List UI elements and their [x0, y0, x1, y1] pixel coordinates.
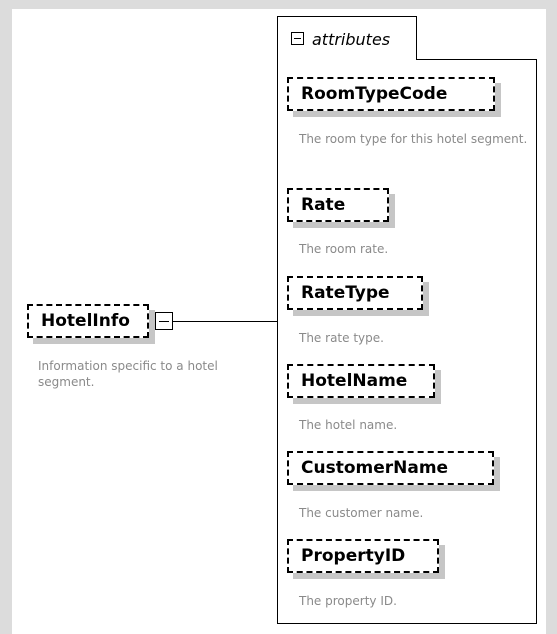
attribute-box-roomtypecode[interactable]: RoomTypeCode — [287, 77, 495, 111]
attributes-title: attributes — [312, 30, 391, 49]
attribute-box-propertyid[interactable]: PropertyID — [287, 539, 439, 573]
attribute-box-ratetype[interactable]: RateType — [287, 276, 423, 310]
attribute-box-hotelname[interactable]: HotelName — [287, 364, 435, 398]
attribute-name: Rate — [301, 195, 346, 215]
attribute-description: The rate type. — [299, 331, 384, 345]
attribute-description: The room rate. — [299, 242, 389, 256]
attribute-description: The room type for this hotel segment. — [299, 132, 528, 146]
attributes-tab[interactable]: attributes — [277, 16, 417, 60]
group-collapse-icon[interactable] — [291, 32, 304, 45]
attribute-box-customername[interactable]: CustomerName — [287, 451, 494, 485]
root-element-box[interactable]: HotelInfo — [27, 304, 149, 338]
attribute-name: RateType — [301, 283, 390, 303]
collapse-icon[interactable] — [155, 312, 173, 330]
root-element-name: HotelInfo — [41, 311, 130, 331]
attribute-name: CustomerName — [301, 458, 449, 478]
attribute-box-rate[interactable]: Rate — [287, 188, 389, 222]
root-element-description: Information specific to a hotel segment. — [38, 359, 218, 389]
attribute-description: The customer name. — [299, 506, 424, 520]
connector-line — [173, 321, 278, 322]
attribute-name: RoomTypeCode — [301, 84, 448, 104]
attribute-name: PropertyID — [301, 546, 406, 566]
attribute-description: The property ID. — [299, 594, 397, 608]
attribute-name: HotelName — [301, 371, 408, 391]
attribute-description: The hotel name. — [299, 418, 398, 432]
